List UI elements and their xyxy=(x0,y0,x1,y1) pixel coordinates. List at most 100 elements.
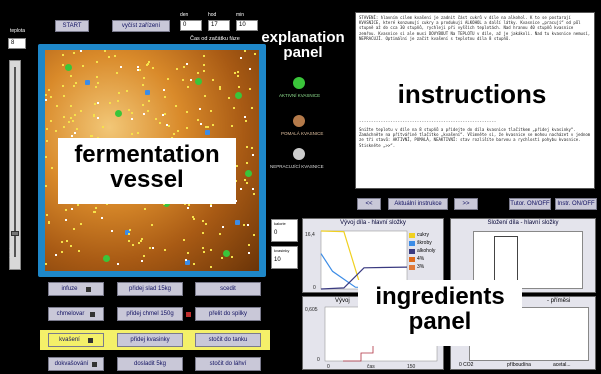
sugar-particle xyxy=(97,102,99,104)
starch-particle xyxy=(85,80,90,85)
sugar-particle xyxy=(238,86,240,88)
strain-button[interactable]: scedit xyxy=(195,282,261,296)
sugar-particle xyxy=(210,110,212,112)
sugar-particle xyxy=(62,64,64,66)
sugar-particle xyxy=(248,244,250,246)
start-button[interactable]: START xyxy=(55,20,89,32)
legend-swatch-4pct xyxy=(409,256,415,262)
sugar-particle xyxy=(140,240,142,242)
sugar-particle xyxy=(203,55,205,57)
sugar-particle xyxy=(141,238,143,240)
infusion-button[interactable]: infuze xyxy=(48,282,104,296)
sugar-particle xyxy=(68,121,70,123)
infusion-button-label: infuze xyxy=(61,286,78,292)
info-icon[interactable] xyxy=(85,286,91,292)
sugar-particle xyxy=(76,128,78,130)
starch-particle xyxy=(205,130,210,135)
bottle-button[interactable]: stočit do láhví xyxy=(195,357,261,371)
sugar-particle xyxy=(164,249,166,251)
legend-slow-icon xyxy=(293,115,305,127)
sugar-particle xyxy=(175,105,177,107)
temperature-label: teplota xyxy=(10,28,26,34)
sugar-particle xyxy=(97,82,99,84)
sugar-particle xyxy=(126,90,128,92)
legend-swatch-alcohols xyxy=(409,248,415,254)
sugar-particle xyxy=(186,63,188,65)
legend-swatch-3pct xyxy=(409,264,415,270)
add-hops-button[interactable]: přidej chmel 150g xyxy=(117,307,183,321)
sugar-particle xyxy=(240,57,242,59)
add-malt-button[interactable]: přidej slad 15kg xyxy=(117,282,183,296)
day-label: den xyxy=(180,12,189,18)
temperature-field[interactable]: 8 xyxy=(8,38,26,49)
hop-boil-button[interactable]: chmelovar xyxy=(48,307,104,321)
sugar-particle xyxy=(222,226,224,228)
sugar-particle xyxy=(205,126,207,128)
secondary-fermentation-button[interactable]: dokvašování xyxy=(48,357,104,371)
sugar-particle xyxy=(128,240,130,242)
sugar-particle xyxy=(237,71,239,73)
sugar-particle xyxy=(63,95,65,97)
sugar-particle xyxy=(183,239,185,241)
transfer-to-fermenter-button[interactable]: přelit do spilky xyxy=(195,307,261,321)
info-icon[interactable] xyxy=(92,361,98,367)
sugar-particle xyxy=(72,120,74,122)
legend-item-3pct: 3% xyxy=(409,263,443,271)
sugar-particle xyxy=(45,99,47,101)
read-device-button[interactable]: vyčíst zařízení xyxy=(112,20,170,32)
transfer-to-tank-button[interactable]: stočit do tanku xyxy=(195,333,261,347)
lower-left-ytick-bottom: 0 xyxy=(317,357,320,363)
sugar-particle xyxy=(186,111,188,113)
sugar-particle xyxy=(138,242,140,244)
ingredients-annotation: ingredients panel xyxy=(358,280,522,346)
sugar-particle xyxy=(152,247,154,249)
lower-right-xlabel-co2: 0 CO2 xyxy=(459,362,474,368)
legend-active-label: AKTIVNÍ KVASNICE xyxy=(279,93,321,98)
day-field[interactable]: 0 xyxy=(180,20,202,31)
sugar-particle xyxy=(66,240,68,242)
yeast-count-value[interactable]: 10 xyxy=(274,257,281,263)
sugar-particle xyxy=(147,110,149,112)
sugar-particle xyxy=(129,229,131,231)
time-caption: Čas od začátku fáze xyxy=(190,36,240,42)
sugar-particle xyxy=(251,147,253,149)
active-yeast-cell xyxy=(115,110,122,117)
sugar-particle xyxy=(73,52,75,54)
calories-value[interactable]: 0 xyxy=(274,230,277,236)
info-icon[interactable] xyxy=(90,311,96,317)
next-instruction-button[interactable]: >> xyxy=(454,198,478,210)
prev-instruction-button[interactable]: << xyxy=(357,198,381,210)
sugar-particle xyxy=(96,61,98,63)
info-icon[interactable] xyxy=(87,337,93,343)
tutor-toggle-button[interactable]: Tutor. ON/OFF xyxy=(509,198,551,210)
sugar-particle xyxy=(118,92,120,94)
sugar-particle xyxy=(77,204,79,206)
lower-left-xtick-150: 150 xyxy=(407,364,416,370)
sugar-particle xyxy=(253,234,255,236)
add-yeast-button[interactable]: přidej kvasinky xyxy=(117,333,183,347)
hour-field[interactable]: 17 xyxy=(208,20,230,31)
yeast-count-box: kvasinky 10 xyxy=(271,246,298,269)
sugar-particle xyxy=(46,128,48,130)
sugar-particle xyxy=(240,188,242,190)
current-instruction-button[interactable]: Aktuální instrukce xyxy=(388,198,448,210)
active-yeast-cell xyxy=(235,92,242,99)
fermentation-button[interactable]: kvašení xyxy=(48,333,104,347)
sugar-particle xyxy=(221,257,223,259)
sugar-particle xyxy=(244,179,246,181)
temperature-slider[interactable] xyxy=(9,60,21,270)
sugar-particle xyxy=(246,162,248,164)
instructions-text-top: STAVENÍ: hlavním cílem kvašení je zadnit… xyxy=(359,15,593,41)
sugar-particle xyxy=(120,66,122,68)
legend-item-alcohols: alkoholy xyxy=(409,247,443,255)
instructions-toggle-button[interactable]: Instr. ON/OFF xyxy=(555,198,597,210)
temperature-slider-thumb[interactable] xyxy=(11,231,19,236)
sugar-particle xyxy=(114,55,116,57)
sugar-particle xyxy=(249,68,251,70)
lower-left-ytick-top: 0,605 xyxy=(305,307,318,313)
add-sugar-button[interactable]: dosladit 5kg xyxy=(117,357,183,371)
sugar-particle xyxy=(62,85,64,87)
sugar-particle xyxy=(73,85,75,87)
sugar-particle xyxy=(233,107,235,109)
sugar-particle xyxy=(212,124,214,126)
